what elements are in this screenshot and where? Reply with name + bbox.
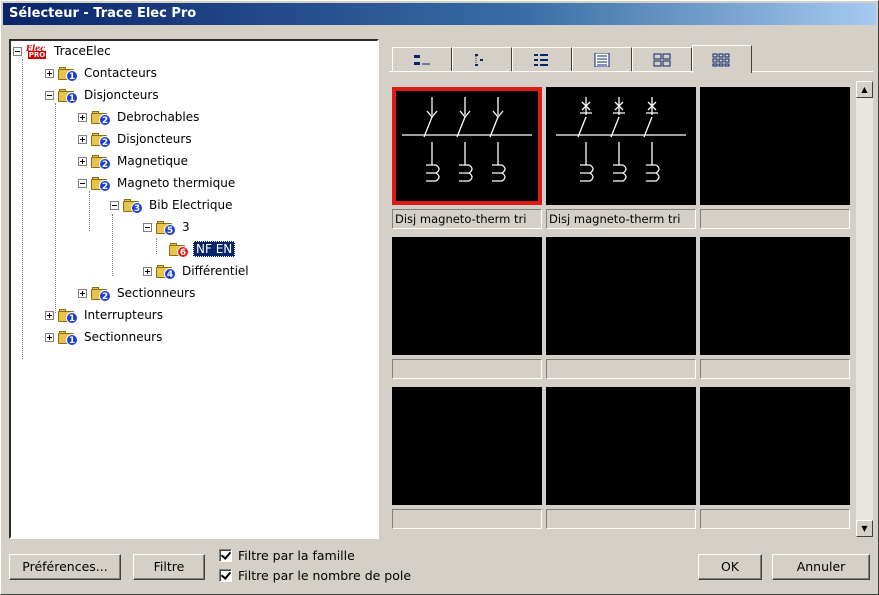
- tree-node-label: NF EN: [193, 241, 236, 257]
- symbol-caption: [546, 509, 696, 529]
- tree-node-label: Interrupteurs: [84, 308, 163, 322]
- tree-node-magnetique[interactable]: 2 Magnetique: [78, 151, 190, 171]
- checkbox-checked-icon[interactable]: [219, 569, 232, 582]
- tree-node-label: 3: [182, 220, 190, 234]
- view-tabs: [392, 45, 752, 73]
- title-bar: Sélecteur - Trace Elec Pro: [3, 3, 876, 25]
- tree-node-sectionneurs[interactable]: 1 Sectionneurs: [45, 327, 164, 347]
- category-tree[interactable]: Elec PRO TraceElec 1 Contacteurs 1 Disjo…: [9, 39, 379, 539]
- tree-node-label: TraceElec: [54, 44, 111, 58]
- expand-icon[interactable]: [143, 266, 152, 276]
- symbol-caption: [700, 509, 850, 529]
- symbol-thumbnail[interactable]: [546, 87, 696, 205]
- symbol-caption: Disj magneto-therm tri: [546, 209, 696, 229]
- folder-icon: 5: [156, 220, 176, 236]
- checkbox-label: Filtre par le nombre de pole: [238, 568, 412, 583]
- filter-button[interactable]: Filtre: [133, 554, 205, 580]
- tree-node-differentiel[interactable]: 4 Différentiel: [143, 261, 251, 281]
- expand-icon[interactable]: [45, 68, 54, 78]
- small-grid-icon[interactable]: [692, 45, 752, 73]
- large-grid-icon[interactable]: [632, 47, 692, 71]
- tree-node-root[interactable]: Elec PRO TraceElec: [13, 41, 113, 61]
- tree-node-3[interactable]: 5 3: [143, 217, 192, 237]
- list-view-icon[interactable]: [392, 47, 452, 71]
- pole-filter-checkbox[interactable]: Filtre par le nombre de pole: [219, 568, 411, 583]
- symbol-caption: [700, 359, 850, 379]
- folder-icon: 2: [91, 132, 111, 148]
- symbol-grid: Disj magneto-therm tri Disj magneto-ther…: [384, 81, 852, 539]
- folder-icon: 1: [58, 308, 78, 324]
- checkbox-label: Filtre par la famille: [238, 548, 355, 563]
- symbol-thumbnail[interactable]: [700, 87, 850, 205]
- folder-icon: 2: [91, 110, 111, 126]
- vertical-scrollbar[interactable]: ▲ ▼: [856, 81, 873, 537]
- folder-icon: 1: [58, 330, 78, 346]
- tree-node-label: Magnetique: [117, 154, 188, 168]
- report-view-icon[interactable]: [572, 47, 632, 71]
- folder-icon: 2: [91, 286, 111, 302]
- collapse-icon[interactable]: [45, 90, 54, 100]
- expand-icon[interactable]: [78, 134, 87, 144]
- cancel-button[interactable]: Annuler: [772, 554, 870, 580]
- collapse-icon[interactable]: [13, 46, 22, 56]
- symbol-caption: [700, 209, 850, 229]
- tree-node-label: Sectionneurs: [84, 330, 163, 344]
- selector-window: Sélecteur - Trace Elec Pro Elec PRO Trac…: [0, 0, 879, 595]
- symbol-thumbnail[interactable]: [700, 387, 850, 505]
- tree-node-magneto-thermique[interactable]: 2 Magneto thermique: [78, 173, 237, 193]
- tree-view-icon[interactable]: [452, 47, 512, 71]
- tree-node-nf-en[interactable]: 6 NF EN: [169, 239, 236, 259]
- symbol-thumbnail[interactable]: [392, 387, 542, 505]
- collapse-icon[interactable]: [78, 178, 87, 188]
- folder-icon: 3: [123, 198, 143, 214]
- tree-node-disjoncteurs-sub[interactable]: 2 Disjoncteurs: [78, 129, 194, 149]
- preferences-button[interactable]: Préférences...: [9, 554, 121, 580]
- folder-icon: 4: [156, 264, 176, 280]
- symbol-caption: [392, 359, 542, 379]
- symbol-thumbnail[interactable]: [546, 237, 696, 355]
- tree-node-label: Contacteurs: [84, 66, 157, 80]
- tree-node-label: Disjoncteurs: [117, 132, 192, 146]
- expand-icon[interactable]: [78, 156, 87, 166]
- folder-icon: 6: [169, 242, 189, 258]
- symbol-thumbnail[interactable]: [392, 87, 542, 205]
- checkbox-checked-icon[interactable]: [219, 549, 232, 562]
- symbol-thumbnail[interactable]: [700, 237, 850, 355]
- symbol-thumbnail[interactable]: [392, 237, 542, 355]
- ok-button[interactable]: OK: [698, 554, 762, 580]
- collapse-icon[interactable]: [110, 200, 119, 210]
- expand-icon[interactable]: [78, 288, 87, 298]
- expand-icon[interactable]: [45, 332, 54, 342]
- tree-node-label: Debrochables: [117, 110, 200, 124]
- family-filter-checkbox[interactable]: Filtre par la famille: [219, 548, 355, 563]
- tree-node-label: Bib Electrique: [149, 198, 233, 212]
- tree-node-disjoncteurs[interactable]: 1 Disjoncteurs: [45, 85, 161, 105]
- detail-view-icon[interactable]: [512, 47, 572, 71]
- tree-node-debrochables[interactable]: 2 Debrochables: [78, 107, 201, 127]
- expand-icon[interactable]: [78, 112, 87, 122]
- collapse-icon[interactable]: [143, 222, 152, 232]
- folder-icon: 2: [91, 176, 111, 192]
- symbol-thumbnail[interactable]: [546, 387, 696, 505]
- folder-icon: 1: [58, 88, 78, 104]
- tree-node-bib-electrique[interactable]: 3 Bib Electrique: [110, 195, 234, 215]
- folder-icon: 2: [91, 154, 111, 170]
- tree-node-label: Sectionneurs: [117, 286, 196, 300]
- tree-node-label: Différentiel: [182, 264, 249, 278]
- traceelec-logo-icon: Elec PRO: [26, 43, 46, 59]
- tree-node-interrupteurs[interactable]: 1 Interrupteurs: [45, 305, 165, 325]
- tree-node-label: Disjoncteurs: [84, 88, 159, 102]
- symbol-caption: [392, 509, 542, 529]
- folder-icon: 1: [58, 66, 78, 82]
- symbol-caption: Disj magneto-therm tri: [392, 209, 542, 229]
- scroll-up-icon[interactable]: ▲: [856, 81, 873, 98]
- expand-icon[interactable]: [45, 310, 54, 320]
- tree-node-sectionneurs-sub[interactable]: 2 Sectionneurs: [78, 283, 197, 303]
- tree-node-contacteurs[interactable]: 1 Contacteurs: [45, 63, 159, 83]
- symbol-panel: Disj magneto-therm tri Disj magneto-ther…: [384, 39, 876, 539]
- symbol-caption: [546, 359, 696, 379]
- scroll-down-icon[interactable]: ▼: [856, 520, 873, 537]
- tree-node-label: Magneto thermique: [117, 176, 236, 190]
